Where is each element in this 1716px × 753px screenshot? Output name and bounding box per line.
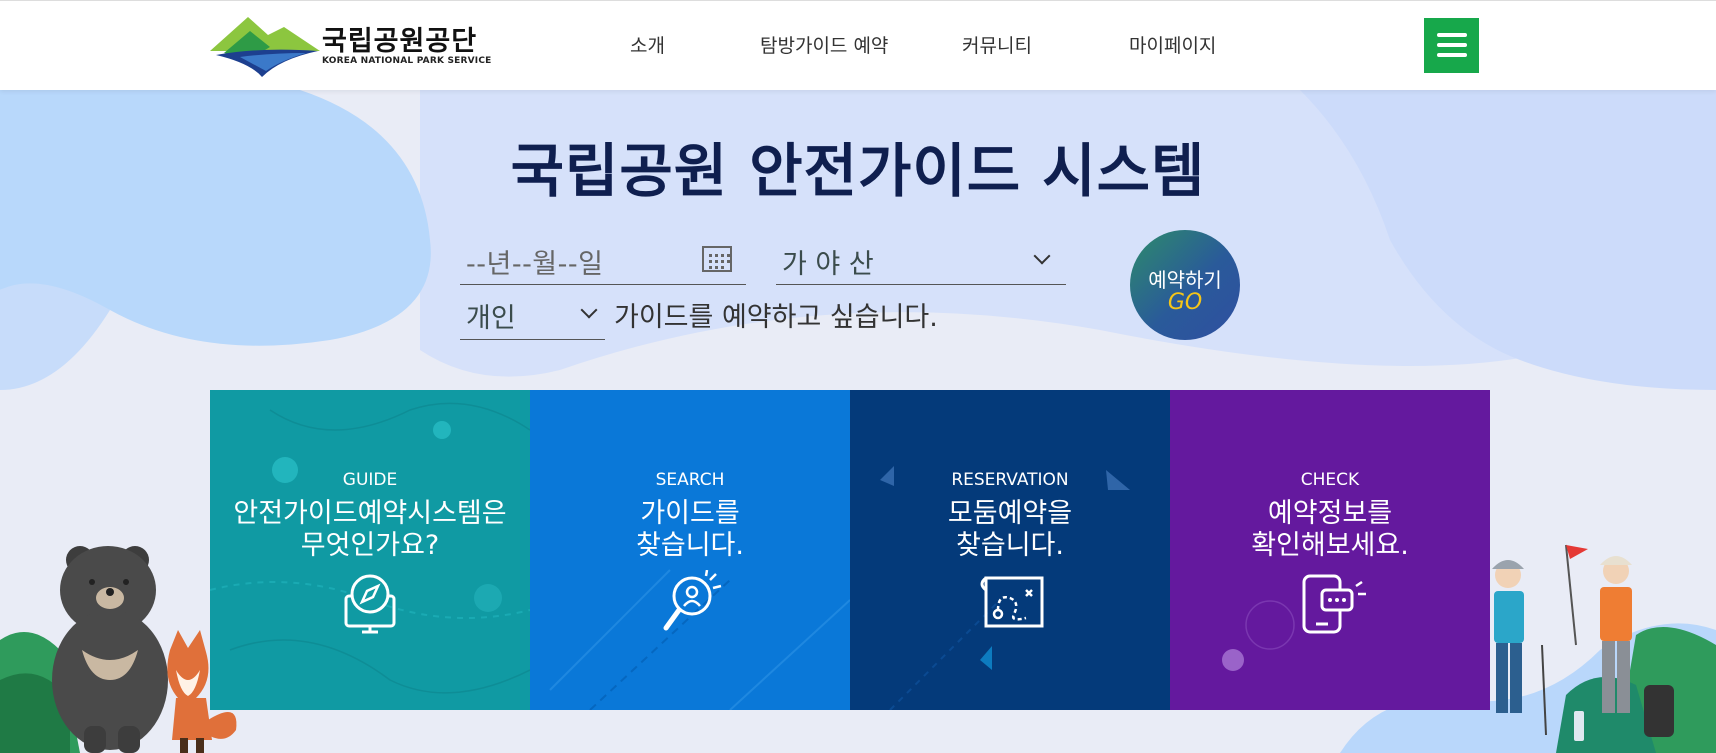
card-check-title: CHECK: [1300, 470, 1360, 490]
card-search-text: 가이드를 찾습니다.: [530, 498, 850, 562]
card-guide-line1: 안전가이드예약시스템은: [233, 498, 507, 529]
logo-korean-text: 국립공원공단: [322, 26, 478, 57]
card-reservation[interactable]: RESERVATION 모둠예약을 찾습니다.: [850, 390, 1170, 710]
bear-fox-mascot-illustration: [0, 546, 237, 753]
card-search-line1: 가이드를: [640, 498, 740, 529]
group-type-value: 개인: [466, 303, 516, 334]
date-input[interactable]: --년--월--일: [460, 236, 746, 285]
nav-mypage[interactable]: 마이페이지: [1129, 31, 1216, 58]
card-search-line2: 찾습니다.: [636, 530, 744, 561]
phone-chat-icon: [1302, 574, 1366, 634]
calendar-icon[interactable]: [702, 246, 732, 272]
card-guide-title: GUIDE: [342, 470, 398, 490]
card-reservation-line1: 모둠예약을: [947, 498, 1073, 529]
card-guide-text: 안전가이드예약시스템은 무엇인가요?: [210, 498, 530, 562]
card-reservation-text: 모둠예약을 찾습니다.: [850, 498, 1170, 562]
page-title: 국립공원 안전가이드 시스템: [510, 137, 1206, 205]
reserve-go-sublabel: GO: [1167, 290, 1203, 315]
card-check-line1: 예약정보를: [1267, 498, 1393, 529]
nav-community[interactable]: 커뮤니티: [962, 31, 1032, 58]
site-header: 국립공원공단 KOREA NATIONAL PARK SERVICE 소개 탐방…: [0, 0, 1716, 90]
reservation-sentence: 가이드를 예약하고 싶습니다.: [614, 302, 938, 333]
park-select-value: 가 야 산: [782, 249, 874, 280]
group-type-select[interactable]: 개인: [460, 290, 605, 340]
magnifier-person-icon: [663, 570, 722, 631]
card-search[interactable]: SEARCH 가이드를 찾습니다.: [530, 390, 850, 710]
card-reservation-line2: 찾습니다.: [956, 530, 1064, 561]
menu-icon-bar: [1437, 43, 1467, 47]
reserve-go-label: 예약하기: [1148, 268, 1222, 292]
logo-english-text: KOREA NATIONAL PARK SERVICE: [322, 56, 492, 66]
card-guide[interactable]: GUIDE 안전가이드예약시스템은 무엇인가요?: [210, 390, 530, 710]
nav-guide-reservation[interactable]: 탐방가이드 예약: [760, 31, 888, 58]
card-reservation-title: RESERVATION: [951, 470, 1069, 490]
hikers-illustration: [1492, 544, 1716, 753]
hamburger-menu-button[interactable]: [1424, 18, 1479, 73]
date-placeholder: --년--월--일: [466, 249, 604, 280]
card-check[interactable]: CHECK 예약정보를 확인해보세요.: [1170, 390, 1490, 710]
site-logo[interactable]: 국립공원공단 KOREA NATIONAL PARK SERVICE: [210, 13, 491, 77]
nav-about[interactable]: 소개: [630, 31, 665, 58]
trail-map-icon: [980, 576, 1044, 628]
menu-icon-bar: [1437, 33, 1467, 37]
mountain-logo-icon: [210, 17, 320, 77]
monitor-compass-icon: [344, 574, 396, 634]
card-search-title: SEARCH: [655, 470, 725, 490]
card-check-text: 예약정보를 확인해보세요.: [1170, 498, 1490, 562]
card-guide-line2: 무엇인가요?: [300, 530, 440, 561]
menu-icon-bar: [1437, 53, 1467, 57]
chevron-down-icon: [580, 301, 598, 319]
reserve-go-button[interactable]: 예약하기 GO: [1130, 230, 1240, 340]
chevron-down-icon: [1033, 247, 1051, 265]
park-select[interactable]: 가 야 산: [776, 236, 1066, 285]
card-check-line2: 확인해보세요.: [1251, 530, 1409, 561]
